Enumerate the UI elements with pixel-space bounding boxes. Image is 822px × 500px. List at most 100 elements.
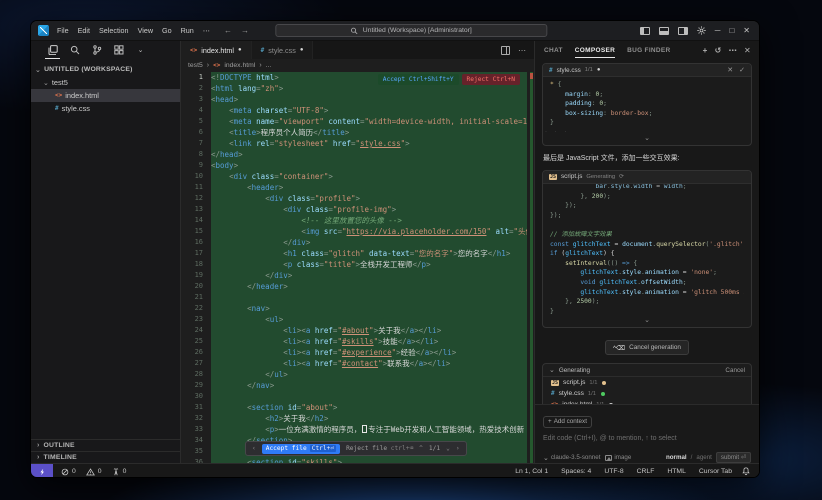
tab-bug-finder[interactable]: BUG FINDER [627, 41, 670, 59]
code-line: 23 <ul> [181, 314, 534, 325]
maximize-button[interactable]: □ [729, 26, 734, 35]
toggle-sidebar-icon[interactable] [640, 27, 650, 35]
status-item-ln-1-col-1[interactable]: Ln 1, Col 1 [515, 468, 548, 475]
command-center-search[interactable]: Untitled (Workspace) [Administrator] [275, 24, 547, 37]
explorer-icon[interactable] [47, 45, 58, 56]
generating-header[interactable]: ⌄ Generating Cancel [543, 364, 751, 377]
status-item-cursor-tab[interactable]: Cursor Tab [699, 468, 732, 475]
panel-actions: + ↺ ⋯ ✕ [703, 46, 759, 55]
outline-section[interactable]: › OUTLINE [31, 439, 180, 451]
modified-dot-icon[interactable]: ● [300, 47, 304, 53]
chevron-down-icon[interactable]: ⌄ [135, 45, 146, 56]
source-control-icon[interactable] [91, 45, 102, 56]
line-number: 22 [181, 303, 211, 314]
folder-test5[interactable]: ⌄ test5 [31, 76, 180, 89]
toggle-secondary-sidebar-icon[interactable] [678, 27, 688, 35]
status-item-utf-8[interactable]: UTF-8 [604, 468, 623, 475]
added-line: </nav> [211, 380, 527, 391]
accept-button[interactable]: Accept Ctrl+Shift+Y [378, 74, 459, 85]
generating-cancel-button[interactable]: Cancel [725, 367, 745, 374]
cancel-keys: ^⌫ [613, 344, 625, 352]
tab-composer[interactable]: COMPOSER [575, 41, 615, 59]
ports-indicator[interactable]: 0 [112, 468, 127, 476]
chevron-left-icon[interactable]: ‹ [252, 445, 256, 452]
mode-normal[interactable]: normal [666, 454, 687, 461]
tab-chat[interactable]: CHAT [544, 41, 563, 59]
menubar: File Edit Selection View Go Run ⋯ [57, 26, 210, 35]
status-item-html[interactable]: HTML [667, 468, 686, 475]
close-button[interactable]: ✕ [743, 26, 750, 35]
chevron-up-icon[interactable]: ^ [419, 445, 423, 452]
inline-cursor [362, 425, 367, 433]
code-line: 24 <li><a href="#about">关于我</a></li> [181, 325, 534, 336]
breadcrumb[interactable]: test5 › <> index.html › ... [181, 59, 534, 72]
breadcrumb-symbol[interactable]: ... [266, 62, 272, 69]
gear-icon[interactable] [697, 26, 706, 35]
menu-item-run[interactable]: Run [181, 26, 194, 35]
menu-item-selection[interactable]: Selection [99, 26, 129, 35]
tab-label: index.html [201, 46, 234, 55]
back-icon[interactable]: ← [224, 26, 232, 35]
expand-chevron-icon[interactable]: ⌄ [543, 317, 751, 327]
file-style-css[interactable]: # style.css [31, 102, 180, 115]
chevron-down-icon[interactable]: ⌄ [446, 445, 450, 452]
menu-item-⋯[interactable]: ⋯ [203, 26, 210, 35]
accept-file-button[interactable]: Accept fileCtrl+⏎ [262, 444, 340, 454]
more-actions-icon[interactable]: ⋯ [518, 46, 526, 55]
accept-card-icon[interactable]: ✓ [739, 66, 745, 74]
expand-chevron-icon[interactable]: ⌄ [543, 135, 751, 145]
menu-item-edit[interactable]: Edit [78, 26, 90, 35]
close-panel-icon[interactable]: ✕ [744, 46, 751, 55]
menu-item-file[interactable]: File [57, 26, 69, 35]
reject-button[interactable]: Reject Ctrl+N [462, 74, 520, 85]
history-icon[interactable]: ↺ [715, 46, 722, 55]
overview-ruler[interactable] [527, 72, 534, 463]
generating-file-script-js[interactable]: JSscript.js1/1 [543, 377, 751, 388]
errors-indicator[interactable]: 0 [61, 468, 76, 476]
menu-item-view[interactable]: View [138, 26, 153, 35]
status-item-crlf[interactable]: CRLF [637, 468, 655, 475]
composer-content[interactable]: # style.css 1/1 ● ✕ ✓ * { margin: 0; pad… [535, 59, 759, 404]
bell-icon[interactable] [742, 467, 750, 476]
chevron-right-icon[interactable]: › [456, 445, 460, 452]
new-chat-icon[interactable]: + [703, 46, 708, 55]
generating-file-style-css[interactable]: #style.css1/1 [543, 388, 751, 399]
submit-button[interactable]: submit ⏎ [716, 452, 751, 463]
code-editor[interactable]: Accept Ctrl+Shift+Y Reject Ctrl+N 1<!DOC… [181, 72, 534, 463]
image-attach-button[interactable]: image [605, 454, 631, 461]
extensions-icon[interactable] [113, 45, 124, 56]
file-index-html[interactable]: <> index.html [31, 89, 180, 102]
card-header[interactable]: # style.css 1/1 ● ✕ ✓ [543, 64, 751, 77]
split-editor-icon[interactable] [501, 46, 510, 55]
toggle-panel-icon[interactable] [659, 27, 669, 35]
css-file-icon: # [261, 47, 265, 54]
breadcrumb-file[interactable]: index.html [224, 62, 255, 69]
added-line: <img src="https://via.placeholder.com/15… [211, 226, 527, 237]
minimize-button[interactable]: ─ [715, 26, 721, 35]
more-icon[interactable]: ⋯ [729, 46, 737, 55]
tab-index-html[interactable]: <> index.html ● [181, 41, 252, 59]
add-context-button[interactable]: + Add context [543, 416, 592, 428]
code-line: 22 <nav> [181, 303, 534, 314]
outline-label: OUTLINE [44, 442, 75, 449]
timeline-section[interactable]: › TIMELINE [31, 451, 180, 463]
card-file-name: style.css [557, 67, 581, 74]
card-header[interactable]: JS script.js Generating ⟳ [543, 171, 751, 184]
search-sidebar-icon[interactable] [69, 45, 80, 56]
model-selector[interactable]: ⌄ claude-3.5-sonnet [543, 454, 600, 462]
status-item-spaces-4[interactable]: Spaces: 4 [561, 468, 591, 475]
remote-indicator[interactable] [31, 464, 53, 478]
reject-card-icon[interactable]: ✕ [727, 66, 733, 74]
cancel-generation-button[interactable]: ^⌫ Cancel generation [605, 340, 689, 355]
breadcrumb-folder[interactable]: test5 [188, 62, 203, 69]
menu-item-go[interactable]: Go [162, 26, 172, 35]
composer-input[interactable]: Edit code (Ctrl+I), @ to mention, ↑ to s… [543, 435, 751, 442]
forward-icon[interactable]: → [241, 26, 249, 35]
diff-file-widget: ‹ Accept fileCtrl+⏎ Reject file ctrl+⌫ ^… [245, 441, 467, 456]
tab-style-css[interactable]: # style.css ● [252, 41, 314, 59]
mode-agent[interactable]: agent [696, 454, 711, 461]
modified-dot-icon[interactable]: ● [238, 47, 242, 53]
warnings-indicator[interactable]: 0 [86, 468, 102, 476]
workspace-root[interactable]: ⌄ UNTITLED (WORKSPACE) [31, 63, 180, 76]
reject-file-button[interactable]: Reject file ctrl+⌫ [346, 445, 413, 452]
